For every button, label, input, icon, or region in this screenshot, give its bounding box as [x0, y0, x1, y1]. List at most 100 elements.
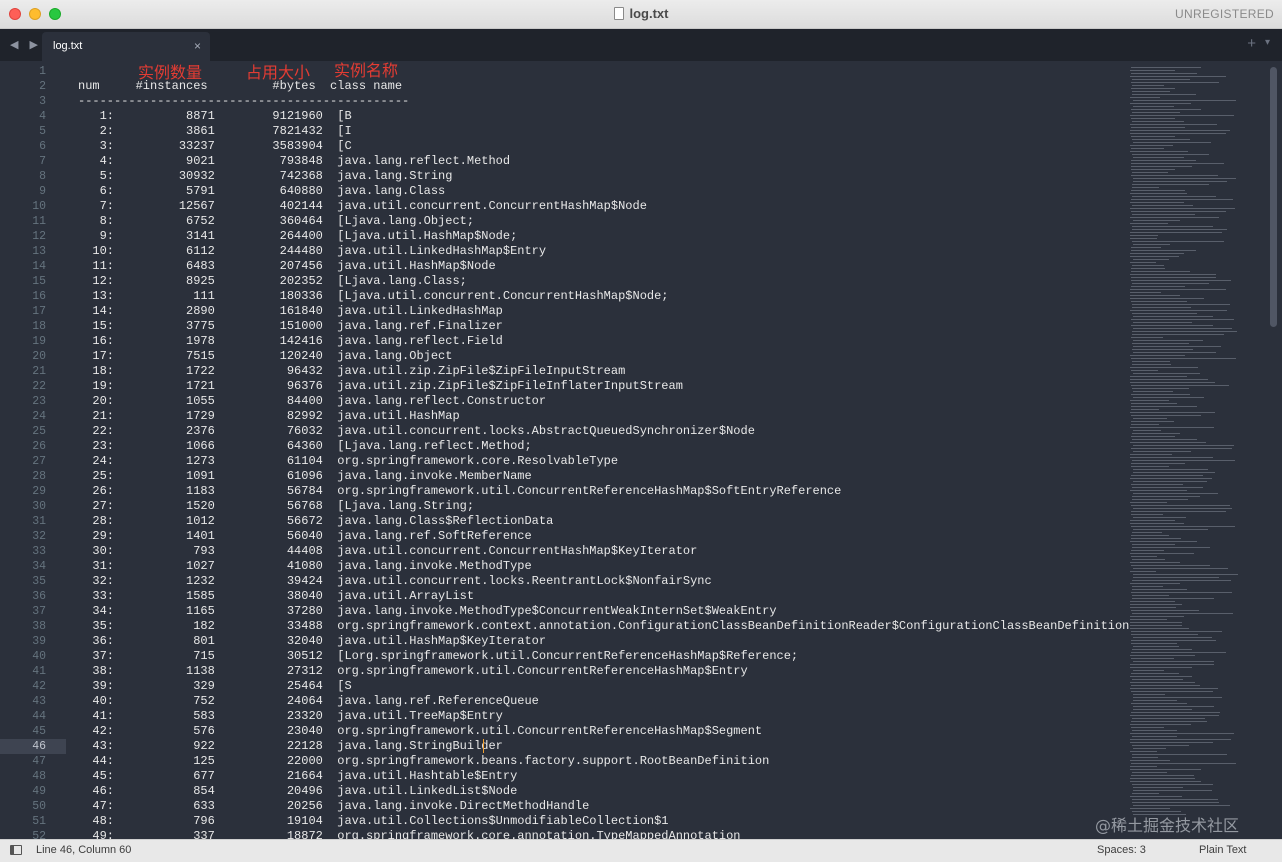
sidebar-toggle-icon[interactable] — [10, 845, 22, 855]
code-line[interactable]: 4: 9021 793848 java.lang.reflect.Method — [78, 154, 1118, 169]
code-line[interactable]: 37: 715 30512 [Lorg.springframework.util… — [78, 649, 1118, 664]
tab-close-icon[interactable]: × — [194, 39, 201, 53]
editor-area[interactable]: 1 2 3 4 5 6 7 8 9 10 11 12 13 14 15 16 17 18 19 20 21 22 23 24 2… — [0, 61, 1282, 839]
code-line[interactable]: 7: 12567 402144 java.util.concurrent.Con… — [78, 199, 1118, 214]
minimap-line — [1130, 103, 1191, 104]
code-line[interactable]: 18: 1722 96432 java.util.zip.ZipFile$Zip… — [78, 364, 1118, 379]
code-line[interactable]: 12: 8925 202352 [Ljava.lang.Class; — [78, 274, 1118, 289]
code-line[interactable]: 33: 1585 38040 java.util.ArrayList — [78, 589, 1118, 604]
minimap-line — [1132, 85, 1164, 86]
line-number: 49 — [32, 785, 46, 798]
code-line[interactable]: 40: 752 24064 java.lang.ref.ReferenceQue… — [78, 694, 1118, 709]
code-line[interactable]: 35: 182 33488 org.springframework.contex… — [78, 619, 1129, 634]
minimap-line — [1132, 754, 1227, 755]
minimap-line — [1133, 577, 1219, 578]
code-line[interactable]: 23: 1066 64360 [Ljava.lang.reflect.Metho… — [78, 439, 1118, 454]
code-line[interactable]: 27: 1520 56768 [Ljava.lang.String; — [78, 499, 1118, 514]
line-number: 40 — [32, 650, 46, 663]
code-line[interactable]: num #instances #bytes class name — [78, 79, 1118, 94]
line-number: 45 — [32, 725, 46, 738]
code-line[interactable]: 45: 677 21664 java.util.Hashtable$Entry — [78, 769, 1118, 784]
code-line[interactable]: 30: 793 44408 java.util.concurrent.Concu… — [78, 544, 1118, 559]
code-line[interactable]: 26: 1183 56784 org.springframework.util.… — [78, 484, 1118, 499]
unregistered-label: UNREGISTERED — [1175, 7, 1274, 21]
minimap-line — [1131, 436, 1175, 437]
line-number: 31 — [32, 515, 46, 528]
code-line[interactable]: 8: 6752 360464 [Ljava.lang.Object; — [78, 214, 1118, 229]
code-line[interactable]: 20: 1055 84400 java.lang.reflect.Constru… — [78, 394, 1118, 409]
minimap-line — [1130, 292, 1161, 293]
minimap-line — [1130, 769, 1201, 770]
minimap-line — [1133, 451, 1191, 452]
minimap-line — [1131, 67, 1201, 68]
code-line[interactable]: 36: 801 32040 java.util.HashMap$KeyItera… — [78, 634, 1118, 649]
minimap-line — [1130, 604, 1182, 605]
minimap-line — [1130, 97, 1160, 98]
code-line[interactable]: 29: 1401 56040 java.lang.ref.SoftReferen… — [78, 529, 1118, 544]
code-line[interactable]: 16: 1978 142416 java.lang.reflect.Field — [78, 334, 1118, 349]
minimap-line — [1131, 370, 1158, 371]
minimap-line — [1132, 364, 1171, 365]
minimap-line — [1132, 388, 1189, 389]
minimap-line — [1131, 166, 1192, 167]
code-line[interactable]: 43: 922 22128 java.lang.StringBuilder — [78, 739, 1118, 754]
code-line[interactable]: 10: 6112 244480 java.util.LinkedHashMap$… — [78, 244, 1118, 259]
code-line[interactable]: 48: 796 19104 java.util.Collections$Unmo… — [78, 814, 1118, 829]
code-line[interactable]: 32: 1232 39424 java.util.concurrent.lock… — [78, 574, 1118, 589]
minimap-line — [1132, 586, 1163, 587]
vertical-scrollbar[interactable] — [1270, 67, 1277, 327]
code-line[interactable]: 9: 3141 264400 [Ljava.util.HashMap$Node; — [78, 229, 1118, 244]
code-line[interactable]: ----------------------------------------… — [78, 94, 1118, 109]
minimap-line — [1130, 253, 1184, 254]
tab-log-txt[interactable]: log.txt × — [42, 32, 210, 61]
code-line[interactable]: 14: 2890 161840 java.util.LinkedHashMap — [78, 304, 1118, 319]
tab-menu-icon[interactable]: ▾ — [1265, 37, 1270, 48]
minimap-line — [1132, 772, 1167, 773]
line-number: 46 — [32, 740, 46, 753]
code-line[interactable]: 24: 1273 61104 org.springframework.core.… — [78, 454, 1118, 469]
code-line[interactable]: 34: 1165 37280 java.lang.invoke.MethodTy… — [78, 604, 1118, 619]
minimap-line — [1133, 805, 1230, 806]
minimap[interactable] — [1122, 61, 1268, 839]
syntax-setting[interactable]: Plain Text — [1199, 844, 1247, 856]
new-tab-icon[interactable]: + — [1247, 35, 1256, 52]
code-line[interactable]: 19: 1721 96376 java.util.zip.ZipFile$Zip… — [78, 379, 1118, 394]
code-line[interactable]: 42: 576 23040 org.springframework.util.C… — [78, 724, 1118, 739]
line-number: 33 — [32, 545, 46, 558]
minimap-line — [1133, 391, 1173, 392]
code-line[interactable]: 13: 111 180336 [Ljava.util.concurrent.Co… — [78, 289, 1118, 304]
code-line[interactable]: 49: 337 18872 org.springframework.core.a… — [78, 829, 1118, 839]
code-line[interactable]: 46: 854 20496 java.util.LinkedList$Node — [78, 784, 1118, 799]
minimap-line — [1130, 724, 1191, 725]
minimap-line — [1131, 118, 1175, 119]
code-line[interactable]: 41: 583 23320 java.util.TreeMap$Entry — [78, 709, 1118, 724]
line-number: 51 — [32, 815, 46, 828]
minimap-line — [1130, 376, 1187, 377]
minimap-line — [1132, 112, 1180, 113]
code-line[interactable]: 15: 3775 151000 java.lang.ref.Finalizer — [78, 319, 1118, 334]
code-line[interactable]: 3: 33237 3583904 [C — [78, 139, 1118, 154]
tab-nav-arrows-icon[interactable]: ◀ ▶ — [10, 38, 42, 51]
minimap-line — [1130, 688, 1218, 689]
code-line[interactable]: 38: 1138 27312 org.springframework.util.… — [78, 664, 1118, 679]
code-line[interactable]: 31: 1027 41080 java.lang.invoke.MethodTy… — [78, 559, 1118, 574]
code-line[interactable]: 44: 125 22000 org.springframework.beans.… — [78, 754, 1118, 769]
code-line[interactable]: 28: 1012 56672 java.lang.Class$Reflectio… — [78, 514, 1118, 529]
minimap-line — [1130, 601, 1175, 602]
indentation-setting[interactable]: Spaces: 3 — [1097, 844, 1146, 856]
code-line[interactable]: 22: 2376 76032 java.util.concurrent.lock… — [78, 424, 1118, 439]
code-line[interactable]: 47: 633 20256 java.lang.invoke.DirectMet… — [78, 799, 1118, 814]
document-icon — [613, 7, 624, 20]
code-line[interactable]: 1: 8871 9121960 [B — [78, 109, 1118, 124]
code-line[interactable]: 25: 1091 61096 java.lang.invoke.MemberNa… — [78, 469, 1118, 484]
minimap-line — [1131, 268, 1165, 269]
code-line[interactable]: 5: 30932 742368 java.lang.String — [78, 169, 1118, 184]
code-line[interactable]: 21: 1729 82992 java.util.HashMap — [78, 409, 1118, 424]
minimap-line — [1132, 343, 1189, 344]
code-line[interactable]: 6: 5791 640880 java.lang.Class — [78, 184, 1118, 199]
code-line[interactable]: 11: 6483 207456 java.util.HashMap$Node — [78, 259, 1118, 274]
code-line[interactable]: 39: 329 25464 [S — [78, 679, 1118, 694]
code-line[interactable]: 2: 3861 7821432 [I — [78, 124, 1118, 139]
code-line[interactable]: 17: 7515 120240 java.lang.Object — [78, 349, 1118, 364]
minimap-line — [1130, 298, 1204, 299]
